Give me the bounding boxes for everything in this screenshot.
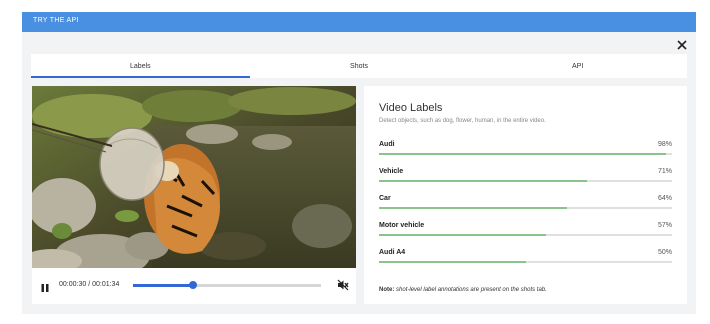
label-row: Audi 98%: [379, 141, 672, 161]
label-name: Audi A4: [379, 249, 406, 256]
video-player: 00:00:30 / 00:01:34: [32, 86, 356, 304]
label-confidence-fill: [379, 261, 526, 263]
video-labels-panel: Video Labels Detect objects, such as dog…: [364, 86, 687, 304]
tab-labels-label: Labels: [130, 62, 151, 70]
label-confidence-bar: [379, 180, 672, 182]
api-demo-panel: TRY THE API Labels Shots API 00:00:30 / …: [22, 12, 696, 314]
video-labels-subtitle: Detect objects, such as dog, flower, hum…: [379, 118, 546, 124]
top-bar-title: TRY THE API: [33, 17, 79, 24]
label-confidence-bar: [379, 153, 672, 155]
top-bar: TRY THE API: [22, 12, 696, 32]
label-row: Vehicle 71%: [379, 168, 672, 188]
label-percent: 64%: [657, 195, 672, 202]
tab-shots-label: Shots: [350, 62, 368, 70]
label-percent: 71%: [657, 168, 672, 175]
video-frame[interactable]: [32, 86, 356, 268]
tab-bar: Labels Shots API: [31, 54, 687, 78]
seek-bar[interactable]: [133, 281, 321, 289]
mute-button[interactable]: [337, 278, 349, 291]
label-name: Car: [379, 195, 391, 202]
volume-muted-icon: [337, 279, 349, 291]
note-text: shot-level label annotations are present…: [396, 287, 547, 293]
tab-api-label: API: [572, 62, 584, 70]
label-confidence-fill: [379, 153, 667, 155]
label-confidence-fill: [379, 207, 567, 209]
time-display: 00:00:30 / 00:01:34: [59, 281, 120, 288]
label-name: Audi: [379, 141, 395, 148]
pause-button[interactable]: [40, 280, 50, 292]
seek-bar-progress: [133, 284, 194, 287]
tiger-video-image: [32, 86, 356, 268]
player-controls: 00:00:30 / 00:01:34: [32, 268, 356, 304]
label-name: Motor vehicle: [379, 222, 425, 229]
label-percent: 50%: [657, 249, 672, 256]
note-prefix: Note:: [379, 287, 395, 293]
pause-icon: [41, 284, 49, 292]
close-button[interactable]: [674, 37, 690, 53]
label-name: Vehicle: [379, 168, 404, 175]
label-confidence-fill: [379, 180, 588, 182]
label-row: Audi A4 50%: [379, 249, 672, 269]
tab-api[interactable]: API: [468, 54, 687, 78]
label-confidence-bar: [379, 207, 672, 209]
tab-shots[interactable]: Shots: [250, 54, 469, 78]
close-icon: [677, 40, 687, 50]
label-confidence-bar: [379, 261, 672, 263]
label-percent: 98%: [657, 141, 672, 148]
seek-bar-handle[interactable]: [189, 281, 198, 289]
label-confidence-bar: [379, 234, 672, 236]
tab-labels[interactable]: Labels: [31, 54, 250, 78]
label-percent: 57%: [657, 222, 672, 229]
shots-note: Note: shot-level label annotations are p…: [379, 287, 547, 293]
label-confidence-fill: [379, 234, 546, 236]
label-row: Car 64%: [379, 195, 672, 215]
video-labels-title: Video Labels: [379, 102, 443, 114]
label-row: Motor vehicle 57%: [379, 222, 672, 242]
